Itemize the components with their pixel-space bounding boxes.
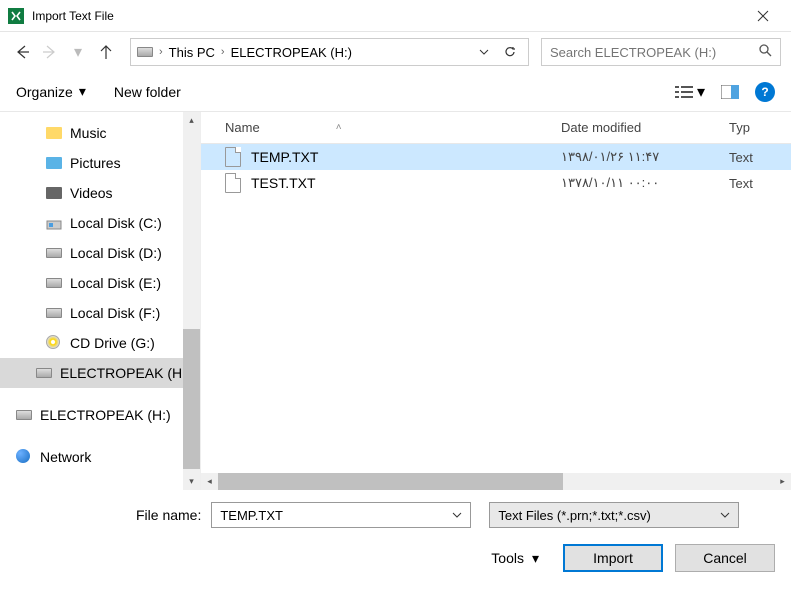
sidebar-item-videos[interactable]: Videos [28,178,182,208]
file-type: Text [721,150,791,165]
filename-label: File name: [136,507,201,523]
scroll-down-arrow[interactable]: ▾ [183,473,200,490]
cd-icon [46,335,62,351]
back-button[interactable] [10,40,34,64]
file-date: ۱۳۹۸/۰۱/۲۶ ۱۱:۴۷ [561,149,721,165]
sidebar-item-music[interactable]: Music [28,118,182,148]
drive-icon [46,305,62,321]
help-button[interactable]: ? [755,82,775,102]
chevron-down-icon: ▾ [79,83,86,100]
column-date[interactable]: Date modified [561,120,721,135]
pictures-folder-icon [46,155,62,171]
address-dropdown-icon[interactable] [472,40,496,64]
chevron-right-icon[interactable]: › [159,46,163,58]
sort-indicator-icon: ˄ [336,122,342,133]
text-file-icon [225,147,241,167]
sidebar-item-pictures[interactable]: Pictures [28,148,182,178]
videos-folder-icon [46,185,62,201]
excel-icon [8,8,24,24]
chevron-down-icon[interactable] [720,508,730,523]
breadcrumb-this-pc[interactable]: This PC [169,45,215,60]
preview-pane-button[interactable] [721,85,739,99]
file-date: ۱۳۷۸/۱۰/۱۱ ۰۰:۰۰ [561,175,721,191]
tools-dropdown[interactable]: Tools ▾ [491,550,539,567]
file-row[interactable]: TEST.TXT ۱۳۷۸/۱۰/۱۱ ۰۰:۰۰ Text [201,170,791,196]
up-button[interactable] [94,40,118,64]
close-button[interactable] [743,0,783,32]
scroll-right-arrow[interactable]: ▸ [774,476,791,487]
sidebar-item-disk-d[interactable]: Local Disk (D:) [28,238,182,268]
sidebar-item-electropeak[interactable]: ELECTROPEAK (H:) [0,358,200,388]
text-file-icon [225,173,241,193]
file-row[interactable]: TEMP.TXT ۱۳۹۸/۰۱/۲۶ ۱۱:۴۷ Text [201,144,791,170]
file-name: TEMP.TXT [251,149,318,165]
drive-icon [137,44,153,60]
disk-icon [46,215,62,231]
address-bar[interactable]: › This PC › ELECTROPEAK (H:) [130,38,529,66]
network-icon [16,449,32,465]
organize-menu[interactable]: Organize ▾ [16,83,86,100]
music-folder-icon [46,125,62,141]
breadcrumb-drive[interactable]: ELECTROPEAK (H:) [231,45,352,60]
sidebar-scrollbar[interactable]: ▴ ▾ [183,112,200,490]
recent-dropdown-icon[interactable]: ▾ [66,40,90,64]
scroll-thumb[interactable] [183,329,200,469]
drive-icon [46,245,62,261]
refresh-button[interactable] [498,40,522,64]
new-folder-button[interactable]: New folder [114,84,181,100]
command-bar: Organize ▾ New folder ▾ ? [0,72,791,112]
sidebar-item-electropeak-root[interactable]: ELECTROPEAK (H:) [16,400,182,430]
chevron-down-icon[interactable] [452,508,462,523]
filename-input[interactable]: TEMP.TXT [211,502,471,528]
scroll-thumb[interactable] [218,473,563,490]
sidebar-item-cd-drive[interactable]: CD Drive (G:) [28,328,182,358]
horizontal-scrollbar[interactable]: ◂ ▸ [201,473,791,490]
chevron-down-icon: ▾ [532,550,539,567]
file-type: Text [721,176,791,191]
column-type[interactable]: Typ [721,120,791,135]
navigation-bar: ▾ › This PC › ELECTROPEAK (H:) [0,32,791,72]
file-list: Name ˄ Date modified Typ TEMP.TXT ۱۳۹۸/۰… [200,112,791,490]
scroll-left-arrow[interactable]: ◂ [201,476,218,487]
drive-icon [16,407,32,423]
sidebar-item-disk-e[interactable]: Local Disk (E:) [28,268,182,298]
chevron-right-icon[interactable]: › [221,46,225,58]
search-icon[interactable] [758,43,772,62]
search-input[interactable] [550,45,758,60]
forward-button[interactable] [38,40,62,64]
search-box[interactable] [541,38,781,66]
cancel-button[interactable]: Cancel [675,544,775,572]
scroll-up-arrow[interactable]: ▴ [183,112,200,129]
file-name: TEST.TXT [251,175,316,191]
chevron-down-icon: ▾ [697,82,705,102]
filetype-dropdown[interactable]: Text Files (*.prn;*.txt;*.csv) [489,502,739,528]
column-headers: Name ˄ Date modified Typ [201,112,791,144]
drive-icon [46,275,62,291]
navigation-pane: Music Pictures Videos Local Disk (C:) Lo… [0,112,200,490]
titlebar: Import Text File [0,0,791,32]
drive-icon [36,365,52,381]
column-name[interactable]: Name ˄ [201,120,561,135]
view-options-button[interactable]: ▾ [675,82,705,102]
sidebar-item-disk-f[interactable]: Local Disk (F:) [28,298,182,328]
sidebar-item-disk-c[interactable]: Local Disk (C:) [28,208,182,238]
window-title: Import Text File [32,9,743,23]
import-button[interactable]: Import [563,544,663,572]
dialog-footer: File name: TEMP.TXT Text Files (*.prn;*.… [0,490,791,584]
sidebar-item-network[interactable]: Network [16,442,182,472]
